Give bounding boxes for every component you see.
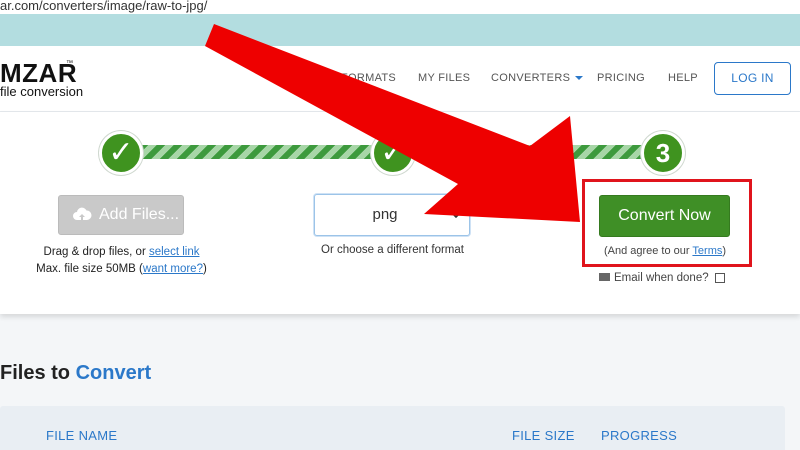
nav-converters[interactable]: CONVERTERS [491, 72, 584, 84]
check-icon: ✓ [108, 136, 134, 169]
nav-converters-label: CONVERTERS [491, 72, 571, 84]
nav-formats[interactable]: FORMATS [341, 72, 396, 84]
chevron-down-icon [451, 212, 461, 219]
agree-suffix: ) [722, 245, 727, 257]
step-2-complete: ✓ [371, 131, 415, 175]
max-size-text: Max. file size 50MB (want more?) [0, 263, 243, 275]
convert-now-button[interactable]: Convert Now [599, 195, 730, 237]
choose-format-text: Or choose a different format [321, 244, 464, 256]
drag-drop-text: Drag & drop files, or select link [0, 246, 243, 258]
email-label: Email when done? [614, 272, 709, 284]
max-size-prefix: Max. file size 50MB ( [36, 263, 143, 275]
logo-tagline: file conversion [0, 84, 84, 99]
files-section-title: Files to Convert [0, 362, 151, 385]
email-checkbox[interactable] [714, 272, 725, 283]
caret-down-icon [575, 76, 584, 81]
address-bar[interactable]: ar.com/converters/image/raw-to-jpg/ [0, 0, 800, 14]
select-link[interactable]: select link [149, 246, 200, 258]
url-text: ar.com/converters/image/raw-to-jpg/ [0, 0, 208, 13]
drag-drop-prefix: Drag & drop files, or [43, 246, 149, 258]
cloud-upload-icon [73, 207, 92, 221]
add-files-button[interactable]: Add Files... [58, 195, 184, 235]
step-3-number: 3 [655, 138, 671, 168]
progress-bar-1-2 [140, 145, 376, 159]
want-more-link[interactable]: want more? [143, 263, 203, 275]
url-highlight-band [0, 14, 800, 46]
logo-trademark: ™ [66, 60, 73, 67]
site-logo[interactable]: MZAR ™ file conversion [0, 60, 83, 99]
column-file-name: FILE NAME [46, 428, 118, 443]
column-file-size: FILE SIZE [512, 428, 575, 443]
login-button[interactable]: LOG IN [714, 62, 791, 95]
format-select[interactable]: png [314, 194, 470, 236]
check-icon: ✓ [380, 136, 406, 169]
envelope-icon [599, 272, 610, 281]
step-3-current: 3 [641, 131, 685, 175]
agree-terms-text: (And agree to our Terms) [590, 245, 740, 257]
terms-link[interactable]: Terms [692, 245, 722, 257]
files-title-highlight: Convert [75, 362, 152, 384]
progress-bar-2-3 [412, 145, 652, 159]
nav-my-files[interactable]: MY FILES [418, 72, 470, 84]
site-header: MZAR ™ file conversion AB FORMATS MY FIL… [0, 46, 800, 112]
column-progress: PROGRESS [601, 428, 678, 443]
add-files-label: Add Files... [99, 206, 180, 223]
nav-pricing[interactable]: PRICING [597, 72, 645, 84]
files-table-header: FILE NAME FILE SIZE PROGRESS [0, 406, 785, 450]
format-select-value: png [372, 206, 398, 223]
email-option: Email when done? [599, 272, 725, 284]
nav-help[interactable]: HELP [668, 72, 698, 84]
step-1-complete: ✓ [99, 131, 143, 175]
files-title-prefix: Files to [0, 362, 76, 384]
nav-about[interactable]: AB [295, 72, 310, 84]
agree-prefix: (And agree to our [603, 245, 693, 257]
max-size-suffix: ) [202, 263, 207, 275]
